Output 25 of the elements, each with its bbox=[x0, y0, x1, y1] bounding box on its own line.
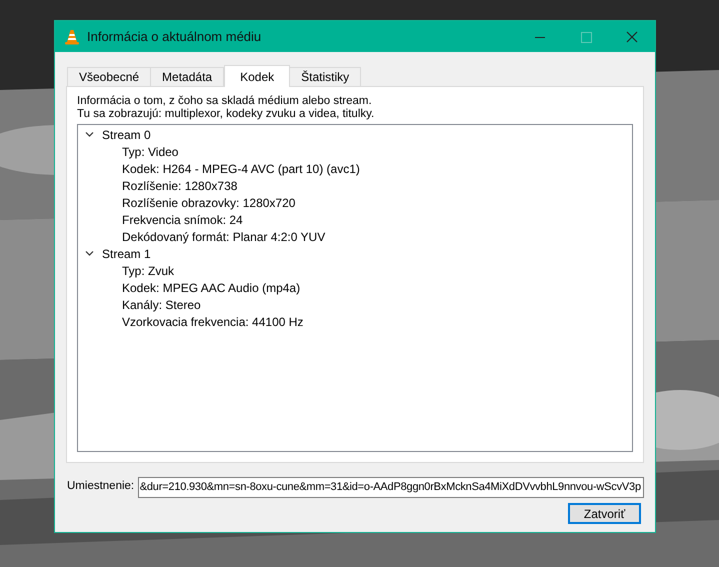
tree-item[interactable]: Dekódovaný formát: Planar 4:2:0 YUV bbox=[122, 228, 326, 246]
location-label: Umiestnenie: bbox=[66, 479, 136, 494]
window-title: Informácia o aktuálnom médiu bbox=[87, 28, 262, 46]
chevron-down-icon[interactable] bbox=[85, 249, 94, 258]
tree-item[interactable]: Typ: Zvuk bbox=[122, 262, 174, 280]
tree-item[interactable]: Rozlíšenie: 1280x738 bbox=[122, 176, 238, 194]
description-text: Informácia o tom, z čoho sa skladá médium alebo stream. bbox=[77, 95, 373, 108]
close-button[interactable]: Zatvoriť bbox=[568, 503, 641, 524]
chevron-down-icon[interactable] bbox=[85, 130, 94, 139]
location-field[interactable]: &dur=210.930&mn=sn-8oxu-cune&mm=31&id=o-AAdP8ggn0rBxMcknSa4MiXdDVvvbhL9nnvou-wScvV3p bbox=[138, 476, 644, 498]
tree-item[interactable]: Stream 1 bbox=[102, 244, 151, 262]
tree-item[interactable]: Stream 0 bbox=[102, 126, 151, 144]
tab[interactable]: Všeobecné bbox=[67, 67, 152, 86]
tree-item[interactable]: Frekvencia snímok: 24 bbox=[122, 210, 243, 228]
traffic-cone-icon bbox=[64, 28, 80, 44]
tree-item[interactable]: Typ: Video bbox=[122, 142, 178, 160]
tree-item[interactable]: Kodek: MPEG AAC Audio (mp4a) bbox=[122, 278, 300, 296]
description-text: Tu sa zobrazujú: multiplexor, kodeky zvuku a videa, titulky. bbox=[77, 108, 376, 121]
tree-item[interactable]: Rozlíšenie obrazovky: 1280x720 bbox=[122, 194, 296, 212]
tree-item[interactable]: Kodek: H264 - MPEG-4 AVC (part 10) (avc1) bbox=[122, 160, 360, 178]
tab[interactable]: Štatistiky bbox=[289, 67, 362, 86]
tree-item[interactable]: Kanály: Stereo bbox=[122, 296, 201, 314]
tab[interactable]: Metadáta bbox=[150, 67, 224, 86]
tab[interactable]: Kodek bbox=[224, 65, 290, 87]
tree-item[interactable]: Vzorkovacia frekvencia: 44100 Hz bbox=[122, 312, 304, 330]
